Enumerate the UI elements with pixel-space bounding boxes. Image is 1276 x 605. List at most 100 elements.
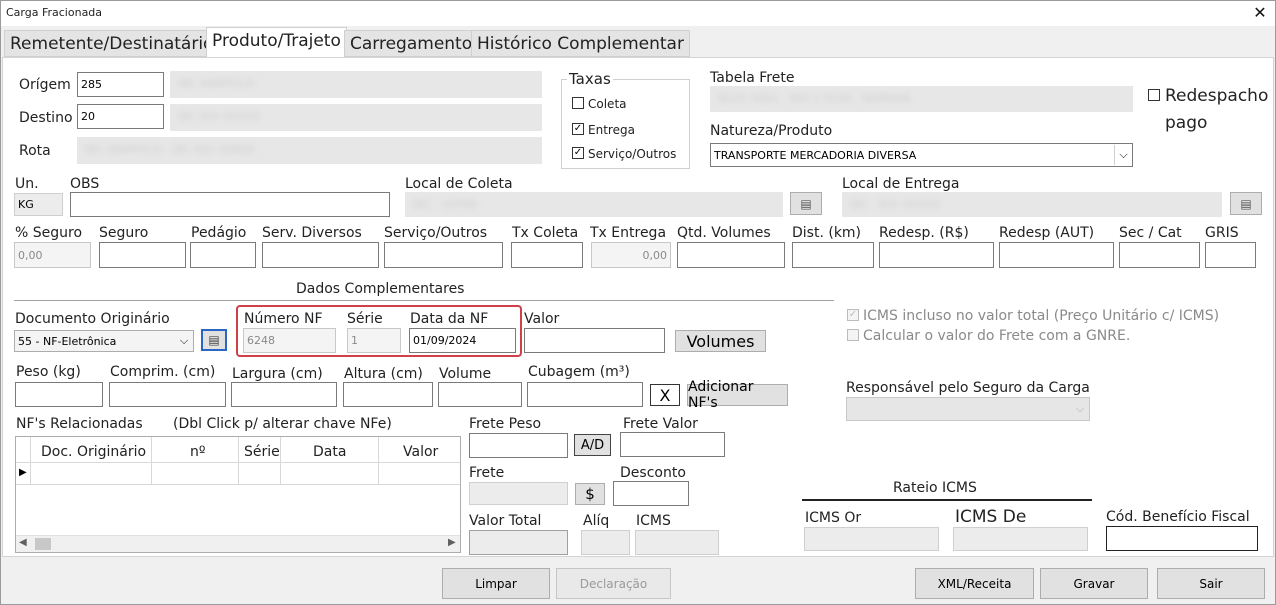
col-doc-originario[interactable]: Doc. Originário — [41, 444, 146, 460]
limpar-button[interactable]: Limpar — [442, 568, 550, 599]
xml-receita-button[interactable]: XML/Receita — [915, 568, 1034, 599]
tab-carregamento[interactable]: Carregamento — [344, 30, 479, 57]
qtd-volumes-input[interactable] — [677, 242, 785, 268]
dist-km-input[interactable] — [792, 242, 874, 268]
cod-beneficio-label: Cód. Benefício Fiscal — [1106, 509, 1250, 525]
aliq-label: Alíq — [583, 513, 610, 529]
sec-cat-input[interactable] — [1119, 242, 1200, 268]
list-icon: ▤ — [1240, 196, 1252, 211]
tab-remetente-destinatario[interactable]: Remetente/Destinatário — [4, 30, 220, 57]
frete-valor-label: Frete Valor — [623, 416, 698, 432]
pedagio-input[interactable] — [190, 242, 256, 268]
cod-beneficio-input[interactable] — [1106, 526, 1258, 551]
valor-label: Valor — [524, 311, 560, 327]
table-row[interactable] — [16, 463, 460, 485]
rateio-title: Rateio ICMS — [893, 480, 977, 496]
scroll-right-icon[interactable]: ▶ — [448, 537, 456, 548]
responsavel-label: Responsável pelo Seguro da Carga — [846, 380, 1090, 396]
documento-value: 55 - NF-Eletrônica — [18, 334, 117, 348]
valor-total-field — [469, 530, 568, 555]
dist-km-label: Dist. (km) — [792, 225, 862, 241]
valor-total-label: Valor Total — [469, 513, 542, 529]
servico-outros-input[interactable] — [384, 242, 503, 268]
coleta-checkbox[interactable] — [572, 97, 584, 109]
local-coleta-label: Local de Coleta — [405, 176, 513, 192]
horizontal-scrollbar[interactable] — [16, 535, 460, 552]
origem-input[interactable]: 285 — [77, 72, 164, 97]
chevron-down-icon[interactable]: ⌵ — [1114, 145, 1132, 165]
local-coleta-lookup-button[interactable]: ▤ — [790, 192, 822, 215]
redesp-rs-input[interactable] — [879, 242, 994, 268]
tx-coleta-input[interactable] — [511, 242, 583, 268]
tabela-frete-label: Tabela Frete — [710, 70, 795, 86]
data-nf-input[interactable]: 01/09/2024 — [409, 328, 516, 353]
col-serie[interactable]: Série — [244, 444, 280, 460]
numero-nf-input: 6248 — [243, 328, 336, 353]
adicionar-nfs-button[interactable]: Adicionar NF's — [687, 379, 788, 411]
volume-input[interactable] — [438, 382, 522, 407]
largura-input[interactable] — [231, 382, 337, 407]
tab-produto-trajeto[interactable]: Produto/Trajeto — [206, 27, 347, 58]
frete-peso-input[interactable] — [469, 433, 568, 458]
dados-complementares-title: Dados Complementares — [296, 281, 465, 297]
nfs-title: NF's Relacionadas — [16, 416, 143, 432]
comprim-input[interactable] — [109, 382, 226, 407]
tx-entrega-label: Tx Entrega — [590, 225, 667, 241]
clear-button[interactable]: X — [650, 384, 680, 406]
serv-diversos-input[interactable] — [262, 242, 379, 268]
altura-label: Altura (cm) — [344, 366, 423, 382]
entrega-label: Entrega — [588, 123, 635, 137]
peso-input[interactable] — [15, 382, 103, 407]
tx-coleta-label: Tx Coleta — [512, 225, 579, 241]
declaracao-button: Declaração — [556, 568, 671, 599]
sair-button[interactable]: Sair — [1157, 568, 1265, 599]
sec-cat-label: Sec / Cat — [1119, 225, 1182, 241]
ad-button[interactable]: A/D — [574, 434, 611, 456]
desconto-input[interactable] — [613, 481, 689, 506]
scroll-thumb[interactable] — [35, 538, 51, 550]
icms-de-field — [953, 527, 1088, 551]
valor-input[interactable] — [524, 328, 665, 353]
documento-label: Documento Originário — [15, 311, 170, 327]
obs-input[interactable] — [70, 192, 390, 217]
col-data[interactable]: Data — [313, 444, 346, 460]
altura-input[interactable] — [343, 382, 433, 407]
close-icon[interactable]: ✕ — [1250, 3, 1270, 23]
gravar-button[interactable]: Gravar — [1040, 568, 1148, 599]
natureza-value: TRANSPORTE MERCADORIA DIVERSA — [714, 148, 917, 162]
volumes-button[interactable]: Volumes — [675, 330, 766, 352]
documento-lookup-button[interactable]: ▤ — [201, 329, 227, 351]
local-coleta-field: IBC - SATRE — [405, 192, 783, 217]
redespacho-checkbox[interactable] — [1148, 89, 1160, 101]
tab-historico-complementar[interactable]: Histórico Complementar — [471, 30, 690, 57]
col-valor[interactable]: Valor — [403, 444, 438, 460]
redesp-rs-label: Redesp. (R$) — [879, 225, 969, 241]
local-entrega-lookup-button[interactable]: ▤ — [1230, 192, 1262, 215]
natureza-select[interactable]: TRANSPORTE MERCADORIA DIVERSA — [710, 143, 1133, 167]
dados-complementares-divider — [14, 300, 834, 301]
tx-entrega-input: 0,00 — [591, 242, 671, 268]
documento-select[interactable]: 55 - NF-Eletrônica — [14, 330, 194, 352]
coleta-label: Coleta — [588, 97, 627, 111]
entrega-checkbox[interactable]: ✓ — [572, 123, 584, 135]
serie-label: Série — [347, 311, 383, 327]
pct-seguro-input: 0,00 — [14, 242, 91, 268]
icms-incluso-label: ICMS incluso no valor total (Preço Unitá… — [863, 308, 1220, 324]
frete-valor-input[interactable] — [620, 432, 725, 457]
redesp-aut-input[interactable] — [999, 242, 1114, 268]
seguro-input[interactable] — [99, 242, 186, 268]
nfs-hint: (Dbl Click p/ alterar chave NFe) — [173, 416, 392, 432]
gris-input[interactable] — [1205, 242, 1256, 268]
dollar-button[interactable]: $ — [575, 483, 605, 505]
servico-checkbox[interactable]: ✓ — [572, 147, 584, 159]
scroll-left-icon[interactable]: ◀ — [19, 537, 27, 548]
destino-input[interactable]: 20 — [77, 104, 164, 129]
numero-nf-label: Número NF — [244, 311, 323, 327]
cubagem-input[interactable] — [527, 382, 643, 407]
chevron-down-icon[interactable]: ⌵ — [176, 331, 192, 351]
col-numero[interactable]: nº — [190, 444, 205, 460]
servico-label: Serviço/Outros — [588, 147, 677, 161]
chevron-down-icon: ⌵ — [1075, 402, 1085, 415]
icms-or-field — [804, 527, 939, 551]
taxas-title: Taxas — [567, 70, 613, 88]
